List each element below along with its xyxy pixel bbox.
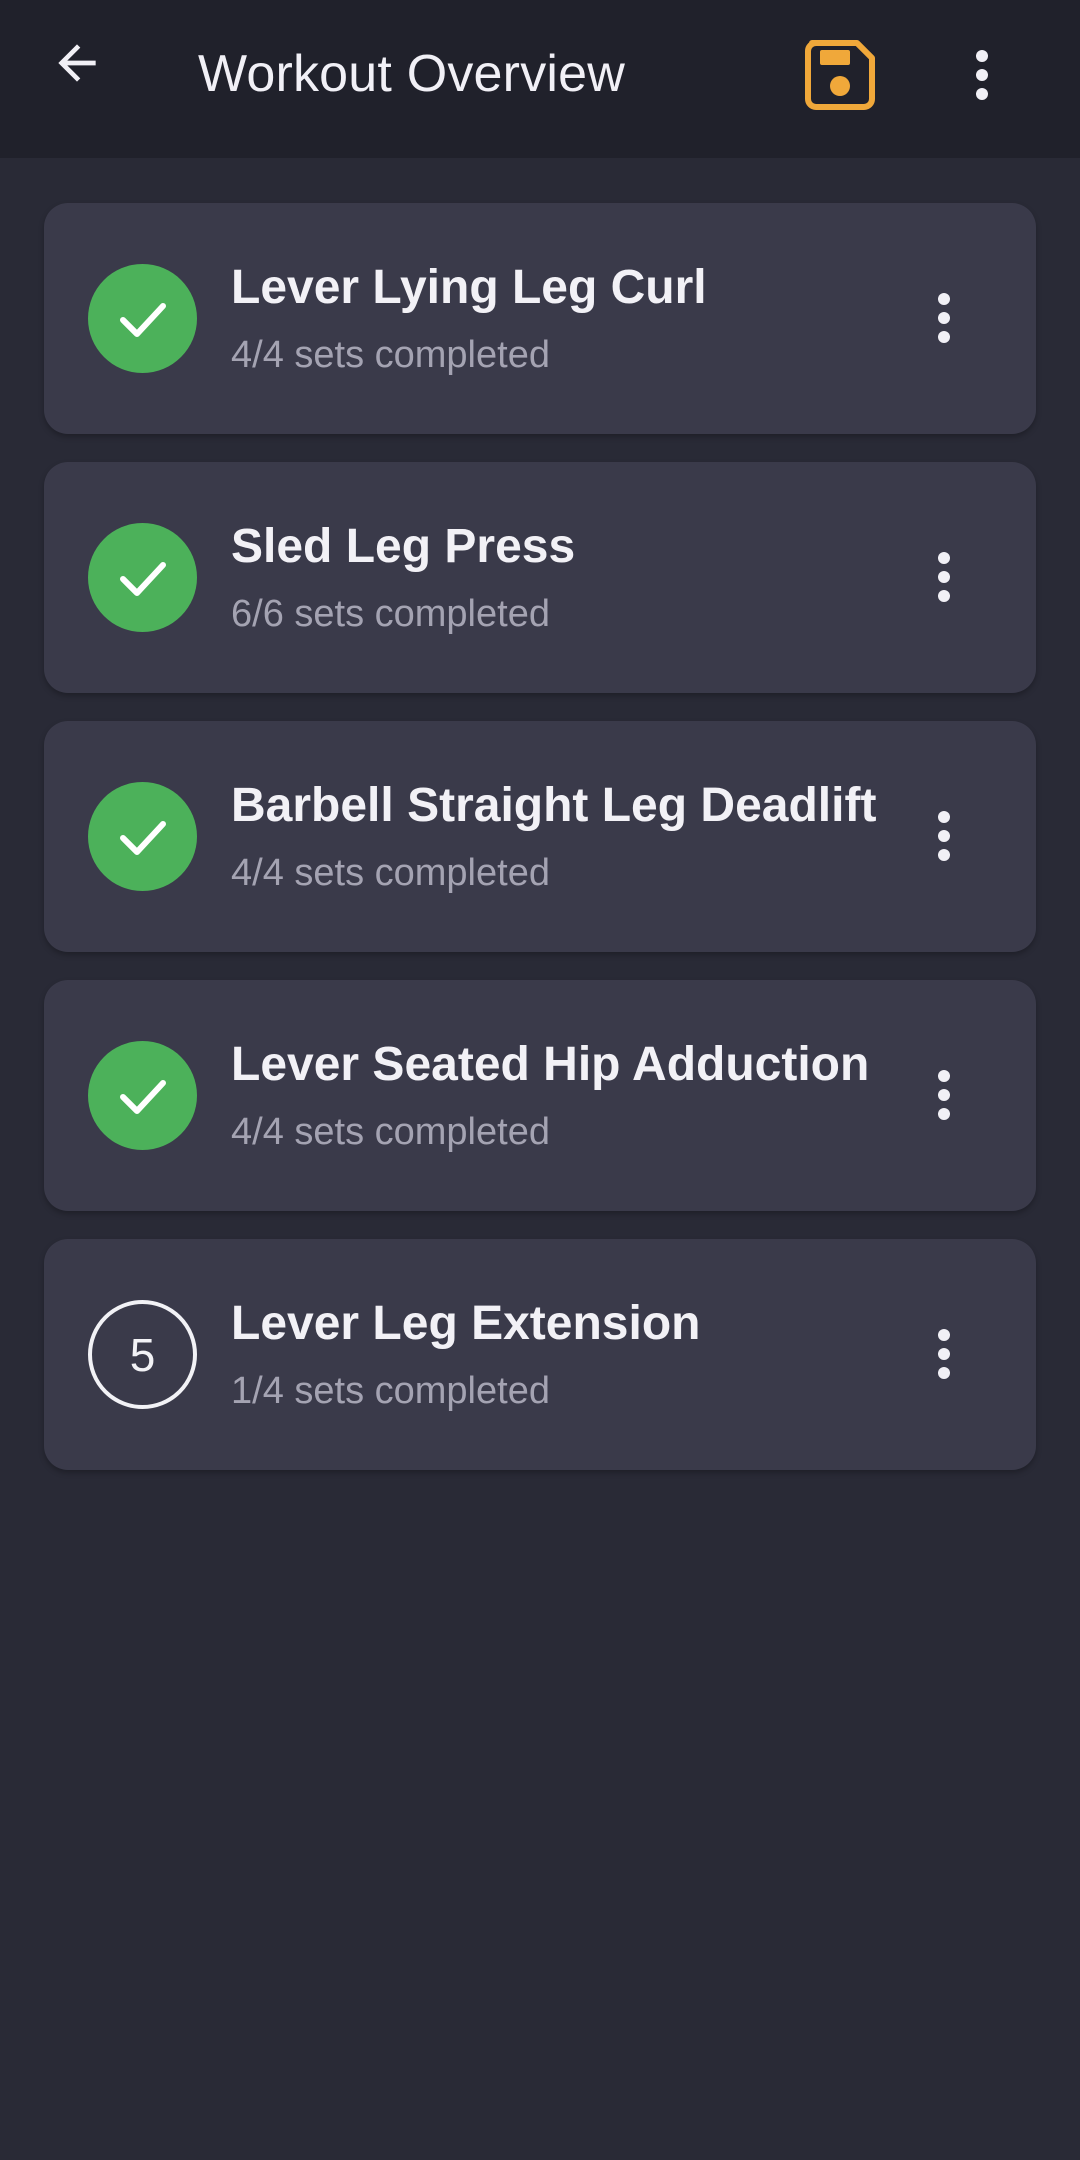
exercise-menu-button[interactable] [914, 1055, 974, 1135]
save-icon [805, 40, 875, 110]
completed-status-badge [88, 523, 197, 632]
more-vert-icon [938, 811, 950, 861]
back-button[interactable] [42, 28, 112, 98]
exercise-name: Lever Leg Extension [231, 1297, 701, 1350]
exercise-card[interactable]: 5 Lever Leg Extension 1/4 sets completed [44, 1239, 1036, 1470]
exercise-menu-button[interactable] [914, 1314, 974, 1394]
exercise-order-number: 5 [129, 1328, 156, 1381]
exercise-progress: 4/4 sets completed [231, 852, 550, 894]
exercise-card[interactable]: Lever Seated Hip Adduction 4/4 sets comp… [44, 980, 1036, 1211]
more-vert-icon [938, 552, 950, 602]
more-vert-icon [938, 293, 950, 343]
app-bar: Workout Overview [0, 0, 1080, 158]
check-icon [119, 820, 166, 855]
check-icon [119, 1079, 166, 1114]
exercise-card[interactable]: Lever Lying Leg Curl 4/4 sets completed [44, 203, 1036, 434]
exercise-progress: 4/4 sets completed [231, 334, 550, 376]
exercise-name: Barbell Straight Leg Deadlift [231, 779, 877, 832]
exercise-card[interactable]: Barbell Straight Leg Deadlift 4/4 sets c… [44, 721, 1036, 952]
check-icon [119, 561, 166, 596]
exercise-progress: 1/4 sets completed [231, 1370, 550, 1412]
more-vert-icon [938, 1070, 950, 1120]
completed-status-badge [88, 782, 197, 891]
exercise-name: Lever Seated Hip Adduction [231, 1038, 870, 1091]
more-vert-icon [976, 50, 988, 100]
arrow-back-icon [58, 44, 96, 82]
exercise-progress: 4/4 sets completed [231, 1111, 550, 1153]
page-title: Workout Overview [198, 45, 626, 103]
overflow-menu-button[interactable] [950, 35, 1014, 115]
exercise-menu-button[interactable] [914, 278, 974, 358]
pending-status-badge: 5 [88, 1300, 197, 1409]
exercise-card[interactable]: Sled Leg Press 6/6 sets completed [44, 462, 1036, 693]
exercise-menu-button[interactable] [914, 537, 974, 617]
completed-status-badge [88, 264, 197, 373]
completed-status-badge [88, 1041, 197, 1150]
exercise-progress: 6/6 sets completed [231, 593, 550, 635]
exercise-name: Lever Lying Leg Curl [231, 261, 707, 314]
more-vert-icon [938, 1329, 950, 1379]
exercise-menu-button[interactable] [914, 796, 974, 876]
exercise-name: Sled Leg Press [231, 520, 576, 573]
save-button[interactable] [800, 35, 880, 115]
exercise-list: Lever Lying Leg Curl 4/4 sets completed … [44, 203, 1036, 1498]
check-icon [119, 302, 166, 337]
